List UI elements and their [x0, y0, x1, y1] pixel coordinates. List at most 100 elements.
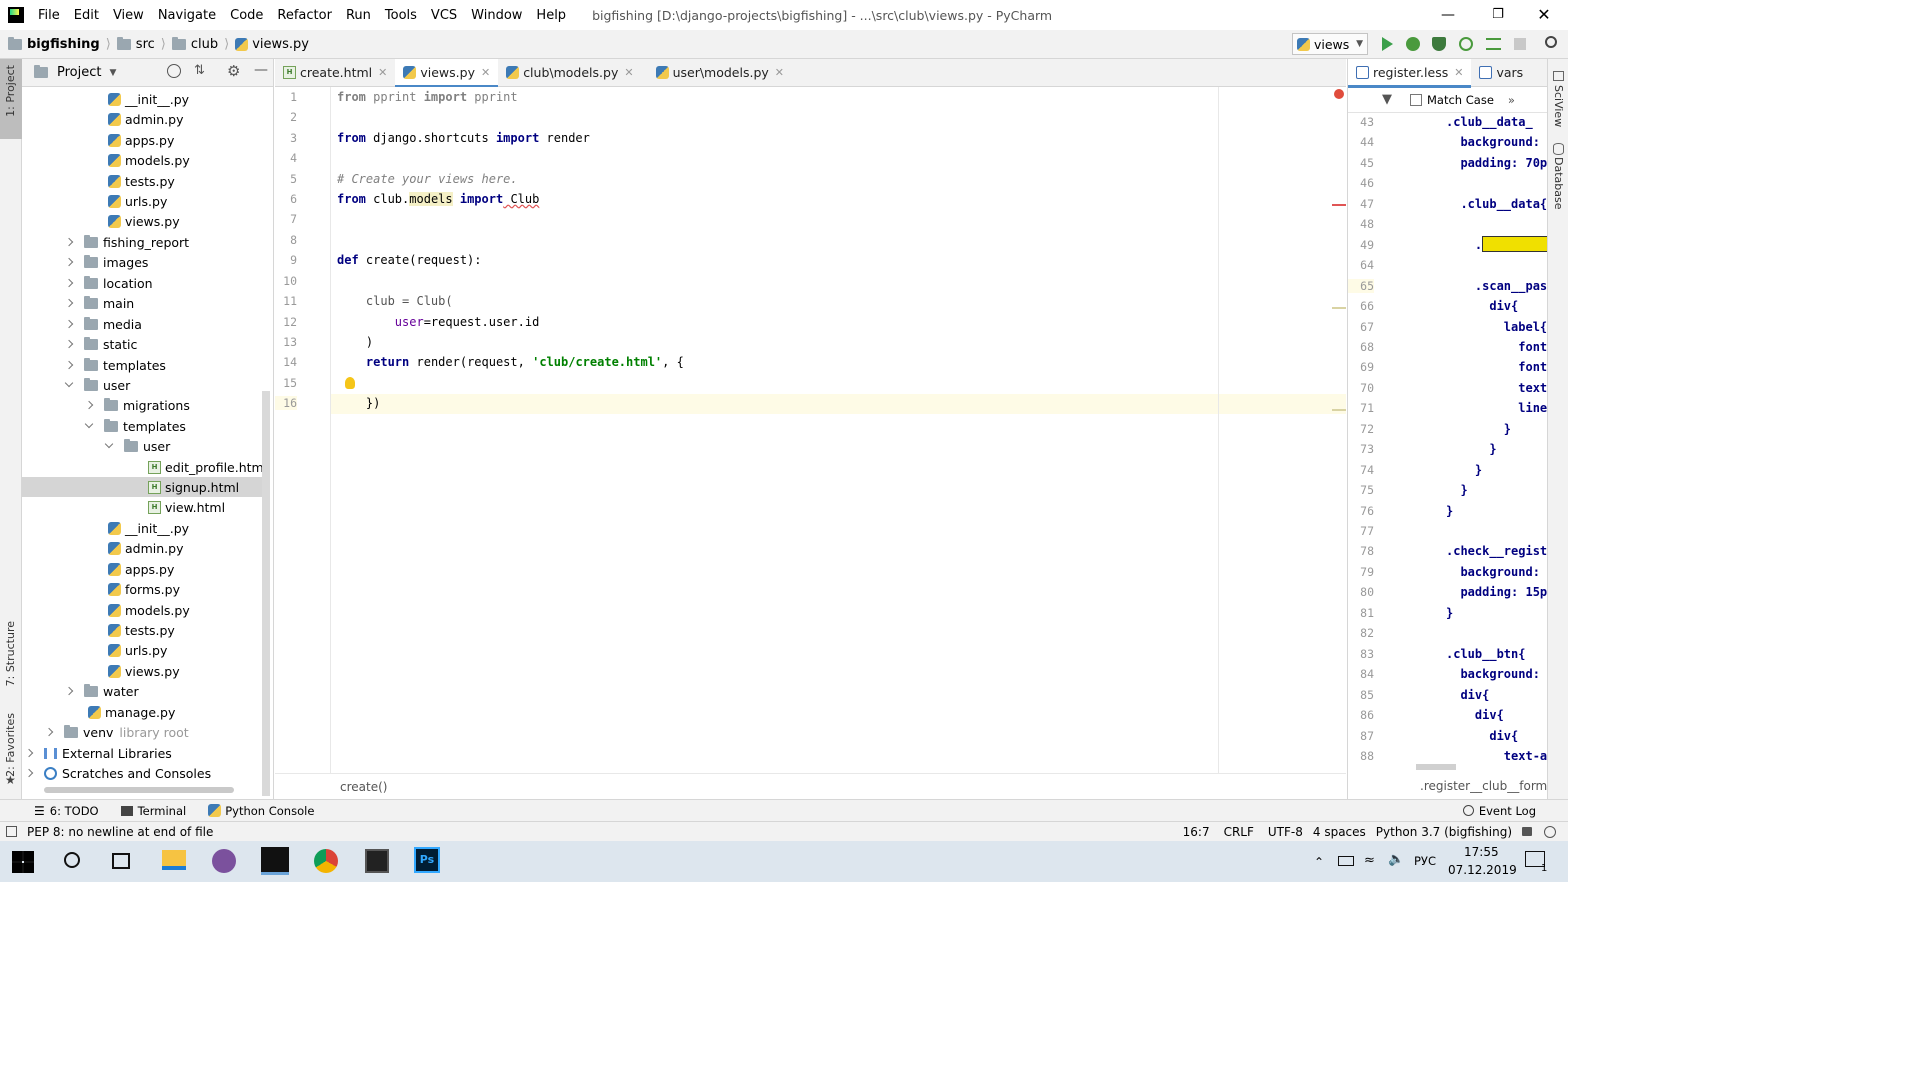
wifi-icon[interactable]: ≈	[1364, 853, 1375, 868]
list-item[interactable]: main	[64, 293, 134, 313]
list-item[interactable]: admin.py	[108, 538, 183, 558]
chevron-down-icon[interactable]	[84, 419, 94, 429]
list-item[interactable]: __init__.py	[108, 518, 189, 538]
chevron-right-icon[interactable]	[64, 257, 74, 267]
chevron-right-icon[interactable]	[64, 237, 74, 247]
tool-todo-button[interactable]: 6: TODO	[50, 804, 99, 818]
tab-vars[interactable]: vars	[1471, 59, 1531, 87]
file-encoding[interactable]: UTF-8	[1268, 825, 1303, 839]
menu-navigate[interactable]: Navigate	[158, 8, 216, 23]
chrome-icon[interactable]	[314, 849, 338, 873]
tab-user-models-py[interactable]: user\models.py ✕	[648, 59, 792, 87]
list-item[interactable]: user	[104, 436, 170, 456]
locate-icon[interactable]	[167, 64, 181, 78]
horizontal-scrollbar[interactable]	[44, 787, 234, 793]
list-item[interactable]: urls.py	[108, 191, 167, 211]
clock-time[interactable]: 17:55	[1464, 845, 1499, 859]
menu-refactor[interactable]: Refactor	[277, 8, 332, 23]
menu-run[interactable]: Run	[346, 8, 371, 23]
menu-edit[interactable]: Edit	[74, 8, 99, 23]
menu-view[interactable]: View	[113, 8, 144, 23]
close-tab-icon[interactable]: ✕	[775, 66, 784, 79]
right-scrollbar[interactable]	[1416, 764, 1456, 770]
list-item[interactable]: media	[64, 314, 142, 334]
volume-icon[interactable]: 🔈	[1388, 852, 1404, 867]
tool-python-console-button[interactable]: Python Console	[225, 804, 314, 818]
list-item[interactable]: Scratches and Consoles	[24, 763, 211, 783]
list-item[interactable]: apps.py	[108, 559, 174, 579]
interpreter[interactable]: Python 3.7 (bigfishing)	[1376, 825, 1512, 839]
chevron-right-icon[interactable]	[64, 686, 74, 696]
vertical-scrollbar[interactable]	[262, 391, 270, 796]
error-indicator-icon[interactable]	[1334, 89, 1344, 99]
project-view-select[interactable]: Project	[57, 65, 101, 80]
pycharm-icon[interactable]	[261, 847, 289, 875]
list-item[interactable]: static	[64, 334, 137, 354]
run-icon[interactable]	[1382, 37, 1393, 51]
chevron-down-icon[interactable]: ▼	[109, 68, 116, 78]
chevron-right-icon[interactable]	[64, 360, 74, 370]
close-tab-icon[interactable]: ✕	[1454, 66, 1463, 79]
list-item[interactable]: manage.py	[88, 702, 175, 722]
windows-start-icon[interactable]	[12, 851, 34, 873]
minimize-button[interactable]: —	[1430, 0, 1466, 30]
chevron-right-icon[interactable]	[24, 748, 34, 758]
tool-database-button[interactable]: Database	[1552, 157, 1565, 210]
tab-create-html[interactable]: Hcreate.html ✕	[275, 59, 395, 87]
close-window-button[interactable]: ✕	[1526, 0, 1562, 30]
list-item[interactable]: venv library root	[44, 722, 189, 742]
crumb-project[interactable]: bigfishing	[27, 37, 100, 52]
tool-terminal-button[interactable]: Terminal	[138, 804, 187, 818]
menu-tools[interactable]: Tools	[385, 8, 417, 23]
collapse-all-icon[interactable]: ⇅	[194, 63, 205, 78]
chevron-right-icon[interactable]	[84, 400, 94, 410]
caret-position[interactable]: 16:7	[1183, 825, 1210, 839]
tab-club-models-py[interactable]: club\models.py ✕	[498, 59, 641, 87]
task-view-icon[interactable]	[112, 853, 130, 869]
hide-panel-icon[interactable]: —	[254, 62, 268, 78]
list-item[interactable]: templates	[84, 416, 186, 436]
gear-icon[interactable]: ⚙	[227, 62, 240, 80]
coverage-icon[interactable]	[1432, 37, 1446, 51]
list-item[interactable]: fishing_report	[64, 232, 189, 252]
code-editor[interactable]: 1 2 3 4 5 6 7 8 9 10 11 12 13 14 15 16 f…	[275, 87, 1346, 773]
more-options-icon[interactable]: »	[1508, 93, 1515, 107]
viber-icon[interactable]	[212, 849, 236, 873]
menu-help[interactable]: Help	[536, 8, 566, 23]
close-tab-icon[interactable]: ✕	[481, 66, 490, 79]
menu-window[interactable]: Window	[471, 8, 522, 23]
profile-icon[interactable]	[1459, 37, 1473, 51]
less-code-area[interactable]: 43 .club__data_ 44 background: 45 padding: …	[1348, 113, 1548, 773]
match-case-checkbox[interactable]	[1410, 93, 1422, 106]
list-item[interactable]: urls.py	[108, 640, 167, 660]
chevron-down-icon[interactable]	[64, 378, 74, 388]
menu-file[interactable]: File	[38, 8, 60, 23]
chevron-right-icon[interactable]	[24, 768, 34, 778]
crumb-src[interactable]: src	[136, 37, 155, 52]
list-item[interactable]: admin.py	[108, 109, 183, 129]
file-explorer-icon[interactable]	[162, 850, 186, 870]
menu-vcs[interactable]: VCS	[431, 8, 457, 23]
list-item[interactable]: models.py	[108, 600, 190, 620]
crumb-file[interactable]: views.py	[252, 37, 309, 52]
status-toggle-icon[interactable]	[6, 826, 17, 837]
list-item[interactable]: views.py	[108, 211, 180, 231]
photoshop-icon[interactable]: Ps	[414, 847, 440, 873]
restore-button[interactable]: ❐	[1480, 0, 1516, 30]
right-breadcrumb[interactable]: .register__club__form	[1420, 779, 1547, 793]
list-item[interactable]: user	[64, 375, 130, 395]
inspector-icon[interactable]	[1544, 825, 1556, 838]
list-item[interactable]: apps.py	[108, 130, 174, 150]
tool-sciview-button[interactable]: SciView	[1552, 85, 1565, 127]
list-item[interactable]: location	[64, 273, 153, 293]
tray-chevron-icon[interactable]: ⌃	[1314, 855, 1324, 869]
list-item[interactable]: models.py	[108, 150, 190, 170]
debug-icon[interactable]	[1406, 37, 1420, 51]
list-item[interactable]: migrations	[84, 395, 190, 415]
tool-project-button[interactable]: 1: Project	[0, 59, 22, 139]
list-item[interactable]: tests.py	[108, 620, 175, 640]
tool-structure-button[interactable]: 7: Structure	[4, 621, 17, 686]
list-item[interactable]: External Libraries	[24, 743, 172, 763]
crumb-club[interactable]: club	[191, 37, 218, 52]
stop-icon[interactable]	[1514, 38, 1526, 50]
